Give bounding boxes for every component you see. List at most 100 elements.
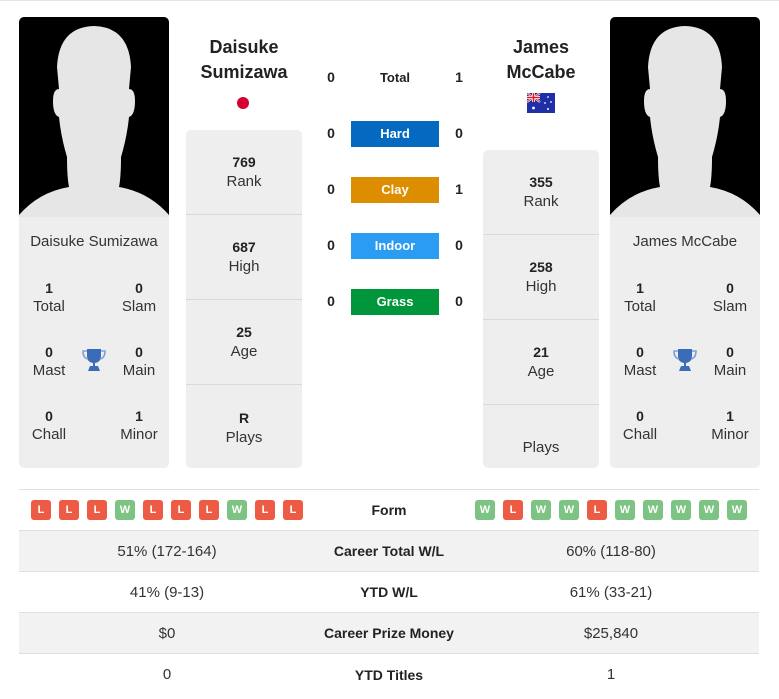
form-loss-badge[interactable]: L [503, 500, 523, 520]
australia-flag-icon [527, 93, 555, 113]
value: 25 [236, 324, 252, 340]
value: 0 [726, 344, 734, 360]
player1-last-name: Sumizawa [200, 62, 288, 82]
label: Chall [622, 426, 658, 443]
label: High [525, 278, 557, 295]
form-loss-badge[interactable]: L [59, 500, 79, 520]
player1-titles-total: 1 Total [19, 279, 79, 317]
player2-titles-slam: 0 Slam [700, 279, 760, 317]
form-loss-badge[interactable]: L [31, 500, 51, 520]
p1-value: 0 [327, 237, 335, 253]
player2-titles-chall: 0 Chall [610, 407, 670, 445]
player1-high: 687 High [186, 215, 302, 300]
value: 1 [636, 280, 644, 296]
form-loss-badge[interactable]: L [87, 500, 107, 520]
value: 0 [726, 280, 734, 296]
trophy-icon [673, 349, 697, 371]
player2-form: WLWWLWWWWW [463, 500, 759, 520]
h2h-hard-row: 0 Hard 0 [320, 121, 470, 147]
form-win-badge[interactable]: W [475, 500, 495, 520]
surface-grass-button[interactable]: Grass [351, 289, 439, 315]
surface-indoor-button[interactable]: Indoor [351, 233, 439, 259]
label: Mast [32, 362, 66, 379]
value: 258 [529, 259, 553, 275]
player2-card: James McCabe 1 Total 0 Slam 0 Mast 0 Main 0 C… [610, 17, 760, 468]
form-win-badge[interactable]: W [699, 500, 719, 520]
label: High [228, 258, 260, 275]
player2-plays: Plays [483, 405, 599, 468]
player2-titles-total: 1 Total [610, 279, 670, 317]
player1-name-heading[interactable]: Daisuke Sumizawa [179, 35, 309, 85]
label: Mast [623, 362, 657, 379]
form-loss-badge[interactable]: L [199, 500, 219, 520]
player2-last-name: McCabe [506, 62, 576, 82]
surface-hard-button[interactable]: Hard [351, 121, 439, 147]
h2h-indoor-row: 0 Indoor 0 [320, 233, 470, 259]
label: Total [624, 298, 656, 315]
player1-form: LLLWLLLWLL [19, 500, 315, 520]
comparison-table: LLLWLLLWLL Form WLWWLWWWWW 51% (172-164)… [19, 489, 759, 695]
value: 0 [636, 344, 644, 360]
form-win-badge[interactable]: W [115, 500, 135, 520]
label: Total [33, 298, 65, 315]
h2h-total-row: 0 Total 1 [320, 65, 470, 91]
label: Slam [712, 298, 748, 315]
value: 0 [135, 280, 143, 296]
value: 1 [726, 408, 734, 424]
value: 1 [45, 280, 53, 296]
form-win-badge[interactable]: W [671, 500, 691, 520]
career-total-wl-label: Career Total W/L [333, 543, 445, 559]
form-win-badge[interactable]: W [643, 500, 663, 520]
label: Rank [523, 193, 559, 210]
silhouette-icon [610, 26, 760, 217]
player2-ytd-titles: 1 [606, 666, 616, 683]
form-win-badge[interactable]: W [727, 500, 747, 520]
player2-titles-minor: 1 Minor [700, 407, 760, 445]
p2-value: 0 [455, 237, 463, 253]
form-loss-badge[interactable]: L [171, 500, 191, 520]
ytd-titles-row: 0 YTD Titles 1 [19, 654, 759, 695]
form-win-badge[interactable]: W [559, 500, 579, 520]
value: R [238, 409, 250, 426]
player1-titles-slam: 0 Slam [109, 279, 169, 317]
label: Plays [225, 428, 263, 446]
player2-name-heading[interactable]: James McCabe [476, 35, 606, 85]
player1-ytd-titles: 0 [162, 666, 172, 683]
player1-age: 25 Age [186, 300, 302, 385]
value: 0 [45, 344, 53, 360]
trophy-icon [82, 349, 106, 371]
label: Minor [120, 426, 158, 443]
form-loss-badge[interactable]: L [143, 500, 163, 520]
label: Chall [31, 426, 67, 443]
form-win-badge[interactable]: W [531, 500, 551, 520]
value: 0 [45, 408, 53, 424]
form-loss-badge[interactable]: L [587, 500, 607, 520]
form-loss-badge[interactable]: L [283, 500, 303, 520]
career-total-wl-row: 51% (172-164) Career Total W/L 60% (118-… [19, 531, 759, 572]
ytd-titles-label: YTD Titles [354, 666, 424, 683]
form-win-badge[interactable]: W [227, 500, 247, 520]
p2-value: 1 [455, 181, 463, 197]
player1-titles-mast: 0 Mast [19, 343, 79, 381]
silhouette-icon [19, 26, 169, 217]
label: Rank [226, 173, 262, 190]
player1-card: Daisuke Sumizawa 1 Total 0 Slam 0 Mast 0 Mai… [19, 17, 169, 468]
player2-career-total-wl: 60% (118-80) [566, 542, 656, 560]
player2-photo[interactable] [610, 17, 760, 217]
value: 21 [533, 344, 549, 360]
form-loss-badge[interactable]: L [255, 500, 275, 520]
p2-value: 1 [455, 69, 463, 85]
player1-photo[interactable] [19, 17, 169, 217]
p2-value: 0 [455, 125, 463, 141]
form-win-badge[interactable]: W [615, 500, 635, 520]
career-prize-money-label: Career Prize Money [324, 625, 454, 641]
value: 769 [232, 154, 256, 170]
p1-value: 0 [327, 293, 335, 309]
player2-high: 258 High [483, 235, 599, 320]
form-label: Form [371, 502, 407, 518]
surface-clay-button[interactable]: Clay [351, 177, 439, 203]
player1-plays: R Plays [186, 385, 302, 468]
player1-stats: 769 Rank 687 High 25 Age R Plays [186, 130, 302, 468]
player2-first-name: James [512, 37, 570, 57]
ytd-wl-label: YTD W/L [360, 584, 418, 600]
